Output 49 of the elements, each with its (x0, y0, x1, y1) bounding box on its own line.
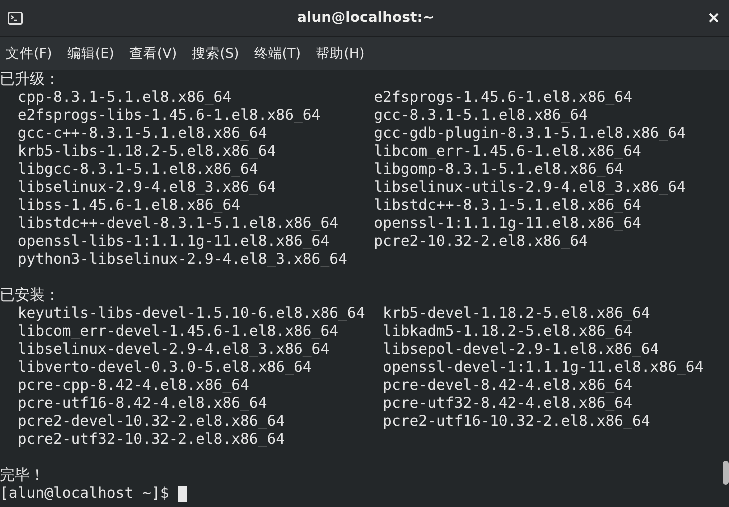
package-name: gcc-gdb-plugin-8.3.1-5.1.el8.x86_64 (374, 125, 686, 143)
package-name: openssl-libs-1:1.1.1g-11.el8.x86_64 (18, 233, 331, 251)
package-name: krb5-libs-1.18.2-5.el8.x86_64 (18, 143, 278, 161)
package-name: gcc-8.3.1-5.1.el8.x86_64 (374, 107, 588, 125)
package-name: libgcc-8.3.1-5.1.el8.x86_64 (18, 161, 260, 179)
package-name: cpp-8.3.1-5.1.el8.x86_64 (18, 89, 233, 107)
package-name: libsepol-devel-2.9-1.el8.x86_64 (383, 341, 660, 359)
package-name: libstdc++-8.3.1-5.1.el8.x86_64 (374, 197, 642, 215)
terminal-icon (8, 12, 23, 24)
shell-prompt: [alun@localhost ~]$ (0, 485, 170, 503)
package-name: pcre-devel-8.42-4.el8.x86_64 (383, 377, 632, 395)
package-name: pcre-utf32-8.42-4.el8.x86_64 (383, 395, 632, 413)
package-name: pcre2-utf16-10.32-2.el8.x86_64 (383, 413, 650, 431)
package-name: python3-libselinux-2.9-4.el8_3.x86_64 (18, 251, 348, 269)
package-name: libss-1.45.6-1.el8.x86_64 (18, 197, 242, 215)
package-name: pcre2-10.32-2.el8.x86_64 (374, 233, 588, 251)
menu-item[interactable]: 编辑(E) (67, 44, 114, 62)
text-cursor (178, 486, 188, 502)
menu-item[interactable]: 帮助(H) (316, 44, 365, 62)
package-name: libgomp-8.3.1-5.1.el8.x86_64 (374, 161, 624, 179)
package-name: pcre-cpp-8.42-4.el8.x86_64 (18, 377, 250, 395)
package-name: libstdc++-devel-8.3.1-5.1.el8.x86_64 (18, 215, 340, 233)
package-name: pcre2-devel-10.32-2.el8.x86_64 (18, 413, 286, 431)
section-heading: 已升级： (0, 71, 60, 89)
package-name: pcre-utf16-8.42-4.el8.x86_64 (18, 395, 268, 413)
close-icon[interactable] (709, 13, 719, 23)
package-name: libcom_err-1.45.6-1.el8.x86_64 (374, 143, 642, 161)
section-heading: 已安装： (0, 287, 60, 305)
package-name: libselinux-utils-2.9-4.el8_3.x86_64 (374, 179, 686, 197)
package-name: openssl-devel-1:1.1.1g-11.el8.x86_64 (383, 359, 704, 377)
menu-item[interactable]: 终端(T) (254, 44, 302, 62)
package-name: libselinux-2.9-4.el8_3.x86_64 (18, 179, 278, 197)
package-name: libselinux-devel-2.9-4.el8_3.x86_64 (18, 341, 331, 359)
package-name: e2fsprogs-libs-1.45.6-1.el8.x86_64 (18, 107, 322, 125)
package-name: libkadm5-1.18.2-5.el8.x86_64 (383, 323, 632, 341)
package-name: keyutils-libs-devel-1.5.10-6.el8.x86_64 (18, 305, 366, 323)
completion-message: 完毕！ (0, 467, 45, 485)
window-title: alun@localhost:~ (296, 10, 436, 26)
package-name: libverto-devel-0.3.0-5.el8.x86_64 (18, 359, 313, 377)
menu-item[interactable]: 搜索(S) (192, 44, 240, 62)
package-name: gcc-c++-8.3.1-5.1.el8.x86_64 (18, 125, 268, 143)
package-name: e2fsprogs-1.45.6-1.el8.x86_64 (374, 89, 632, 107)
package-name: pcre2-utf32-10.32-2.el8.x86_64 (18, 431, 286, 449)
package-name: openssl-1:1.1.1g-11.el8.x86_64 (374, 215, 642, 233)
menu-item[interactable]: 查看(V) (129, 44, 178, 62)
menu-item[interactable]: 文件(F) (6, 44, 52, 62)
scrollbar-thumb[interactable] (723, 461, 729, 485)
package-name: libcom_err-devel-1.45.6-1.el8.x86_64 (18, 323, 340, 341)
package-name: krb5-devel-1.18.2-5.el8.x86_64 (383, 305, 650, 323)
